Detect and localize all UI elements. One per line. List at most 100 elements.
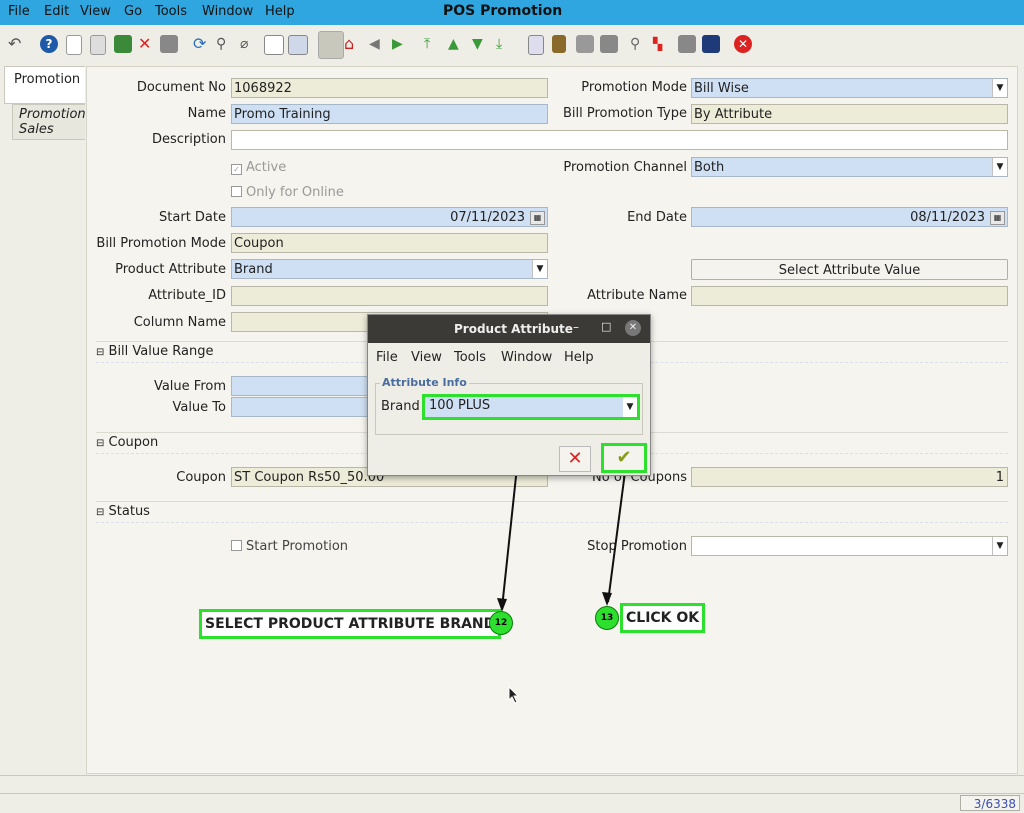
start-promotion-label: Start Promotion (246, 539, 349, 554)
dialog-menu-help[interactable]: Help (564, 350, 594, 365)
collapse-icon[interactable]: ⊟ (96, 347, 104, 358)
detail-record-icon[interactable]: ▶ (392, 35, 410, 53)
attribute-name-label: Attribute Name (587, 288, 687, 303)
archive-icon[interactable] (552, 35, 566, 53)
name-field[interactable]: Promo Training (231, 104, 548, 124)
last-record-icon[interactable]: ⤓ (496, 35, 514, 53)
collapse-icon[interactable]: ⊟ (96, 507, 104, 518)
menu-tools[interactable]: Tools (155, 4, 187, 19)
calendar-icon[interactable]: ▦ (990, 211, 1005, 225)
tab-promotion-sales[interactable]: Promotion Sales (12, 104, 86, 140)
ok-button[interactable]: ✔ (601, 443, 647, 473)
tab-promotion-sales-label-2: Sales (19, 122, 54, 137)
save-disk-icon[interactable] (160, 35, 178, 53)
promotion-channel-select[interactable]: Both ▼ (691, 157, 1008, 177)
bill-promotion-type-field[interactable]: By Attribute (691, 104, 1008, 124)
next-record-icon[interactable]: ▼ (472, 35, 490, 53)
chevron-down-icon[interactable]: ▼ (532, 260, 547, 278)
new-record-icon[interactable] (66, 35, 82, 55)
toolbar: ↶ ? ✕ ⟳ ⚲ ⌀ ⌂ ◀ ▶ ⤒ ▲ ▼ ⤓ ⚲ ▚ ✕ (0, 26, 1024, 64)
product-attribute-value: Brand (234, 262, 273, 277)
document-no-field[interactable]: 1068922 (231, 78, 548, 98)
status-section[interactable]: ⊟ Status (96, 501, 1008, 523)
dialog-menu-file[interactable]: File (376, 350, 398, 365)
undo-icon[interactable]: ↶ (8, 35, 26, 53)
menu-window[interactable]: Window (202, 4, 253, 19)
request-icon[interactable] (678, 35, 696, 53)
copy-record-icon[interactable] (90, 35, 106, 55)
dialog-menu-view[interactable]: View (411, 350, 442, 365)
dialog-menu-window[interactable]: Window (501, 350, 552, 365)
promotion-channel-value: Both (694, 160, 725, 175)
workflow-icon[interactable]: ▚ (653, 35, 671, 53)
menu-view[interactable]: View (80, 4, 111, 19)
only-online-label: Only for Online (246, 185, 344, 200)
help-icon[interactable]: ? (40, 35, 58, 53)
menu-edit[interactable]: Edit (44, 4, 69, 19)
home-icon[interactable]: ⌂ (344, 35, 362, 53)
history-icon[interactable] (318, 31, 344, 59)
report-icon[interactable] (528, 35, 544, 55)
description-label: Description (151, 132, 226, 147)
first-record-icon[interactable]: ⤒ (424, 35, 442, 53)
chevron-down-icon[interactable]: ▼ (992, 79, 1007, 97)
stop-promotion-label: Stop Promotion (587, 539, 687, 554)
attachment-icon[interactable]: ⌀ (240, 35, 258, 53)
parent-record-icon[interactable]: ◀ (369, 35, 387, 53)
product-info-icon[interactable] (702, 35, 720, 53)
grid-toggle-icon[interactable] (288, 35, 308, 55)
chat-icon[interactable] (264, 35, 284, 55)
print-icon[interactable] (600, 35, 618, 53)
brand-select[interactable]: 100 PLUS ▼ (422, 394, 640, 420)
cancel-button[interactable]: ✕ (559, 446, 591, 472)
no-of-coupons-field[interactable]: 1 (691, 467, 1008, 487)
minimize-icon[interactable]: – (573, 320, 579, 334)
end-date-value: 08/11/2023 (910, 210, 985, 225)
chevron-down-icon[interactable]: ▼ (623, 397, 637, 417)
step-12-callout: SELECT PRODUCT ATTRIBUTE BRAND (199, 609, 502, 639)
close-icon[interactable]: ✕ (625, 320, 641, 336)
promotion-mode-select[interactable]: Bill Wise ▼ (691, 78, 1008, 98)
menu-help[interactable]: Help (265, 4, 295, 19)
active-checkbox[interactable]: ✓ Active (231, 160, 286, 175)
tab-promotion[interactable]: Promotion (4, 66, 85, 104)
attribute-id-label: Attribute_ID (148, 288, 226, 303)
promotion-mode-label: Promotion Mode (581, 80, 687, 95)
maximize-icon[interactable]: □ (601, 320, 611, 333)
stop-promotion-select[interactable]: ▼ (691, 536, 1008, 556)
end-date-field[interactable]: 08/11/2023 ▦ (691, 207, 1008, 227)
only-online-checkbox[interactable]: Only for Online (231, 185, 344, 200)
previous-record-icon[interactable]: ▲ (448, 35, 466, 53)
print-preview-icon[interactable] (576, 35, 594, 53)
collapse-icon[interactable]: ⊟ (96, 438, 104, 449)
start-promotion-checkbox[interactable]: Start Promotion (231, 539, 348, 554)
start-date-field[interactable]: 07/11/2023 ▦ (231, 207, 548, 227)
chevron-down-icon[interactable]: ▼ (992, 537, 1007, 555)
dialog-menu-tools[interactable]: Tools (454, 350, 486, 365)
calendar-icon[interactable]: ▦ (530, 211, 545, 225)
bill-value-range-title: Bill Value Range (108, 344, 214, 359)
save-icon[interactable] (114, 35, 132, 53)
end-date-label: End Date (627, 210, 687, 225)
menu-file[interactable]: File (8, 4, 30, 19)
close-window-icon[interactable]: ✕ (734, 35, 752, 53)
delete-icon[interactable]: ✕ (138, 35, 156, 53)
start-date-value: 07/11/2023 (450, 210, 525, 225)
zoom-across-icon[interactable]: ⚲ (630, 35, 648, 53)
app-menu-bar: File Edit View Go Tools Window Help POS … (0, 0, 1024, 25)
refresh-icon[interactable]: ⟳ (193, 35, 211, 53)
status-line (0, 775, 1024, 793)
attribute-id-field[interactable] (231, 286, 548, 306)
chevron-down-icon[interactable]: ▼ (992, 158, 1007, 176)
find-icon[interactable]: ⚲ (216, 35, 234, 53)
menu-go[interactable]: Go (124, 4, 142, 19)
select-attribute-value-button[interactable]: Select Attribute Value (691, 259, 1008, 280)
attribute-name-field[interactable] (691, 286, 1008, 306)
status-bar: 3/6338 (0, 793, 1024, 813)
window-title: POS Promotion (443, 3, 563, 19)
dialog-title-bar[interactable]: Product Attribute – □ ✕ (368, 315, 650, 343)
description-field[interactable] (231, 130, 1008, 150)
bill-promotion-mode-field[interactable]: Coupon (231, 233, 548, 253)
product-attribute-select[interactable]: Brand ▼ (231, 259, 548, 279)
tab-promotion-label: Promotion (14, 72, 81, 87)
